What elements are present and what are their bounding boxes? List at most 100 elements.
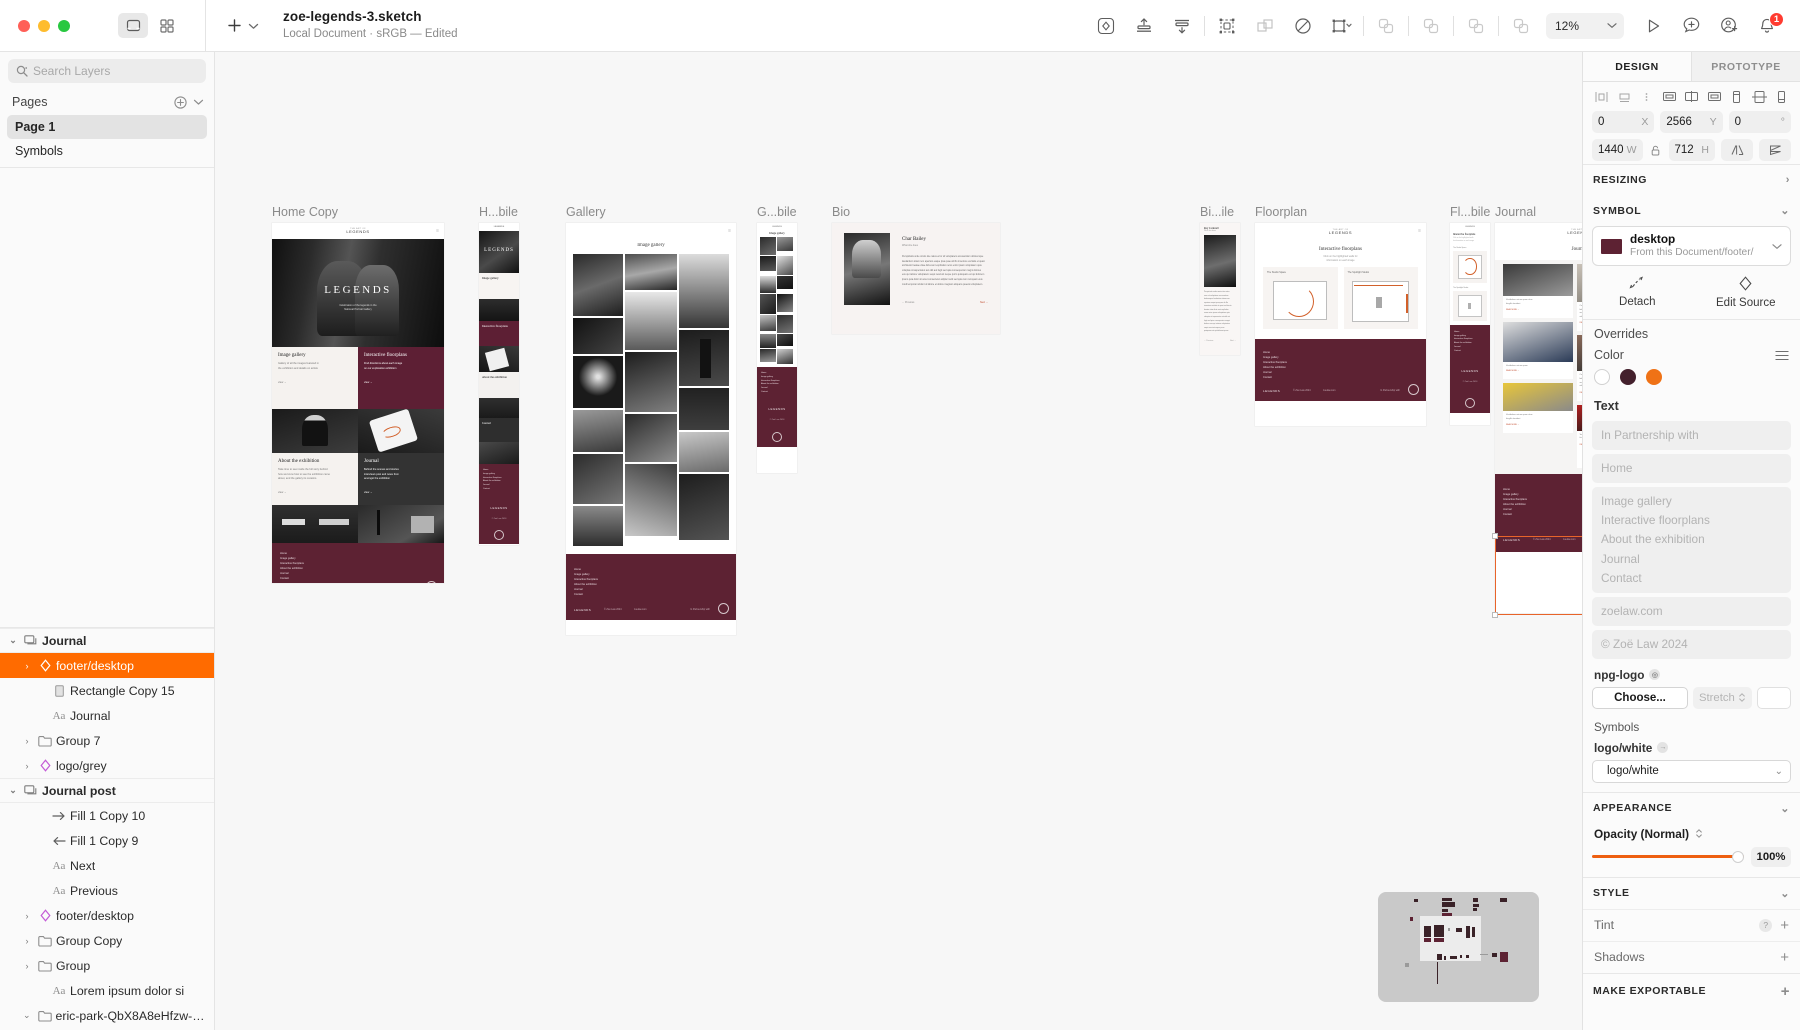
floorplan-card[interactable]: The Studio Space <box>1263 267 1338 330</box>
scale-icon[interactable] <box>1322 11 1360 41</box>
bio-prev-link[interactable]: ← Previous <box>1204 340 1213 342</box>
layer-row-footer-desktop[interactable]: › footer/desktop <box>0 903 214 928</box>
distribute-icon[interactable] <box>1637 88 1656 105</box>
layer-row-previous[interactable]: Aa Previous <box>0 878 214 903</box>
rotation-field[interactable]: 0 ° <box>1728 111 1791 133</box>
flip-vertical-button[interactable] <box>1759 139 1791 161</box>
page-item-page-1[interactable]: Page 1 <box>7 115 207 139</box>
tile-cta[interactable]: view → <box>364 491 438 494</box>
disclosure-triangle-closed[interactable]: › <box>20 661 34 671</box>
layer-row-footer-desktop[interactable]: › footer/desktop <box>0 653 214 678</box>
layer-row-eric-park-qbx8a8ehfzw-u[interactable]: ⌄ eric-park-QbX8A8eHfzw-u... <box>0 1003 214 1028</box>
symbol-source-select[interactable]: desktop From this Document/footer/ <box>1592 226 1791 266</box>
bio-next-link[interactable]: Next → <box>1230 340 1236 342</box>
add-export-button[interactable]: + <box>1781 983 1790 1000</box>
ungroup-icon[interactable] <box>1246 11 1284 41</box>
align-top-icon[interactable] <box>1727 88 1746 105</box>
layer-row-group-copy[interactable]: › Group Copy <box>0 928 214 953</box>
artboard-floorplan-mobile[interactable]: Fl...bile LEGENDS Interactive floorplans… <box>1450 205 1490 425</box>
bio-next-link[interactable]: Next → <box>980 301 988 304</box>
maximize-window-button[interactable] <box>58 19 70 32</box>
appearance-section-header[interactable]: APPEARANCE ⌄ <box>1583 791 1800 824</box>
resize-handle-tl[interactable] <box>1492 533 1498 539</box>
opacity-slider-knob[interactable] <box>1732 850 1744 863</box>
share-person-icon[interactable] <box>1710 11 1748 41</box>
artboard-home-copy[interactable]: Home Copy THE ART OF LEGENDS ≡ LEGENDS Ce… <box>272 205 444 583</box>
tile-cta[interactable]: view → <box>278 381 352 384</box>
grid-view-button[interactable] <box>152 13 182 38</box>
add-shadow-button[interactable]: + <box>1780 950 1789 965</box>
artboard-bio[interactable]: Bio Char Bailey What she does Perspiciat… <box>832 205 1000 334</box>
choose-image-button[interactable]: Choose... <box>1592 686 1688 709</box>
color-list-menu-icon[interactable] <box>1775 350 1789 361</box>
width-field[interactable]: 1440 W <box>1592 139 1643 161</box>
layer-row-journal[interactable]: ⌄ Journal <box>0 628 214 653</box>
align-bottom-icon[interactable] <box>1772 88 1791 105</box>
group-icon[interactable] <box>1208 11 1246 41</box>
close-window-button[interactable] <box>18 19 30 32</box>
minimize-window-button[interactable] <box>38 19 50 32</box>
zoom-level-select[interactable]: 12% <box>1546 12 1624 39</box>
opacity-slider[interactable] <box>1592 850 1744 864</box>
artboard-gallery[interactable]: Gallery ≡ Image gallery Home Image galle… <box>566 205 736 635</box>
align-middle-icon[interactable] <box>1750 88 1769 105</box>
union-icon[interactable] <box>1367 11 1405 41</box>
artboard-gallery-mobile[interactable]: G...bile LEGENDS Image gallery Home Imag… <box>757 205 797 473</box>
arrow-right-icon[interactable]: → <box>1657 742 1669 754</box>
disclosure-triangle-closed[interactable]: › <box>20 761 34 771</box>
pages-collapse-icon[interactable] <box>193 98 204 106</box>
artboard-journal[interactable]: Journal THE ART OFLEGENDS≡ Journal Vesti… <box>1492 205 1582 618</box>
layer-row-group[interactable]: › Group <box>0 953 214 978</box>
resizing-section-header[interactable]: RESIZING › <box>1583 164 1800 195</box>
align-centers-icon[interactable] <box>1682 88 1701 105</box>
resize-handle-bl[interactable] <box>1492 612 1498 618</box>
intersect-icon[interactable] <box>1457 11 1495 41</box>
style-section-header[interactable]: STYLE ⌄ <box>1583 876 1800 909</box>
opacity-value[interactable]: 100% <box>1751 846 1791 867</box>
color-swatch-0[interactable] <box>1594 369 1610 385</box>
disclosure-triangle-open[interactable]: ⌄ <box>20 1010 34 1021</box>
y-field[interactable]: 2566 Y <box>1660 111 1723 133</box>
symbol-icon[interactable] <box>1087 11 1125 41</box>
layer-row-logo-grey[interactable]: › logo/grey <box>0 753 214 778</box>
search-layers-field[interactable] <box>8 59 206 83</box>
flip-horizontal-button[interactable] <box>1721 139 1753 161</box>
difference-icon[interactable] <box>1502 11 1540 41</box>
align-left-icon[interactable] <box>1592 88 1611 105</box>
bio-prev-link[interactable]: ← Previous <box>902 301 914 304</box>
tile-interactive-floorplans[interactable]: Interactive floorplans Find directions a… <box>358 347 444 409</box>
disclosure-triangle-closed[interactable]: › <box>20 736 34 746</box>
layer-row-next[interactable]: Aa Next <box>0 853 214 878</box>
help-icon[interactable]: ? <box>1759 918 1773 932</box>
artboard-floorplan[interactable]: Floorplan THE ART OF LEGENDS ≡ Interactive… <box>1255 205 1426 426</box>
color-swatch-1[interactable] <box>1620 369 1636 385</box>
text-override-field-0[interactable]: In Partnership with <box>1592 421 1791 451</box>
selected-symbol-outline[interactable] <box>1492 533 1582 618</box>
canvas-view-button[interactable] <box>118 13 148 38</box>
tile-cta[interactable]: view → <box>364 381 438 384</box>
detach-button[interactable]: Detach <box>1583 275 1692 309</box>
align-vertical-bottom-icon[interactable] <box>1163 11 1201 41</box>
edit-source-button[interactable]: Edit Source <box>1692 275 1800 309</box>
align-left-edges-icon[interactable] <box>1660 88 1679 105</box>
add-tint-button[interactable]: + <box>1780 918 1789 933</box>
canvas-minimap[interactable] <box>1378 892 1539 1002</box>
image-override-extra-field[interactable] <box>1757 686 1791 709</box>
search-input[interactable] <box>33 64 198 78</box>
bell-icon[interactable]: 1 <box>1748 11 1786 41</box>
tile-image-gallery[interactable]: Image gallery Gallery of all the images … <box>272 347 358 409</box>
layer-row-journal[interactable]: Aa Journal <box>0 703 214 728</box>
text-override-field-2[interactable]: Image gallery Interactive floorplans Abo… <box>1592 487 1791 593</box>
tile-cta[interactable]: view → <box>278 491 352 494</box>
align-right-edges-icon[interactable] <box>1705 88 1724 105</box>
text-override-field-4[interactable]: © Zoë Law 2024 <box>1592 629 1791 659</box>
symbol-section-header[interactable]: SYMBOL ⌄ <box>1583 195 1800 226</box>
text-override-field-1[interactable]: Home <box>1592 454 1791 484</box>
height-field[interactable]: 712 H <box>1668 139 1715 161</box>
layer-row-group-7[interactable]: › Group 7 <box>0 728 214 753</box>
mask-icon[interactable] <box>1284 11 1322 41</box>
canvas[interactable]: Home Copy THE ART OF LEGENDS ≡ LEGENDS Ce… <box>215 52 1582 1030</box>
tile-journal[interactable]: Journal Behind the scenes and stories int… <box>358 453 444 505</box>
disclosure-triangle-closed[interactable]: › <box>20 936 34 946</box>
align-vertical-top-icon[interactable] <box>1125 11 1163 41</box>
